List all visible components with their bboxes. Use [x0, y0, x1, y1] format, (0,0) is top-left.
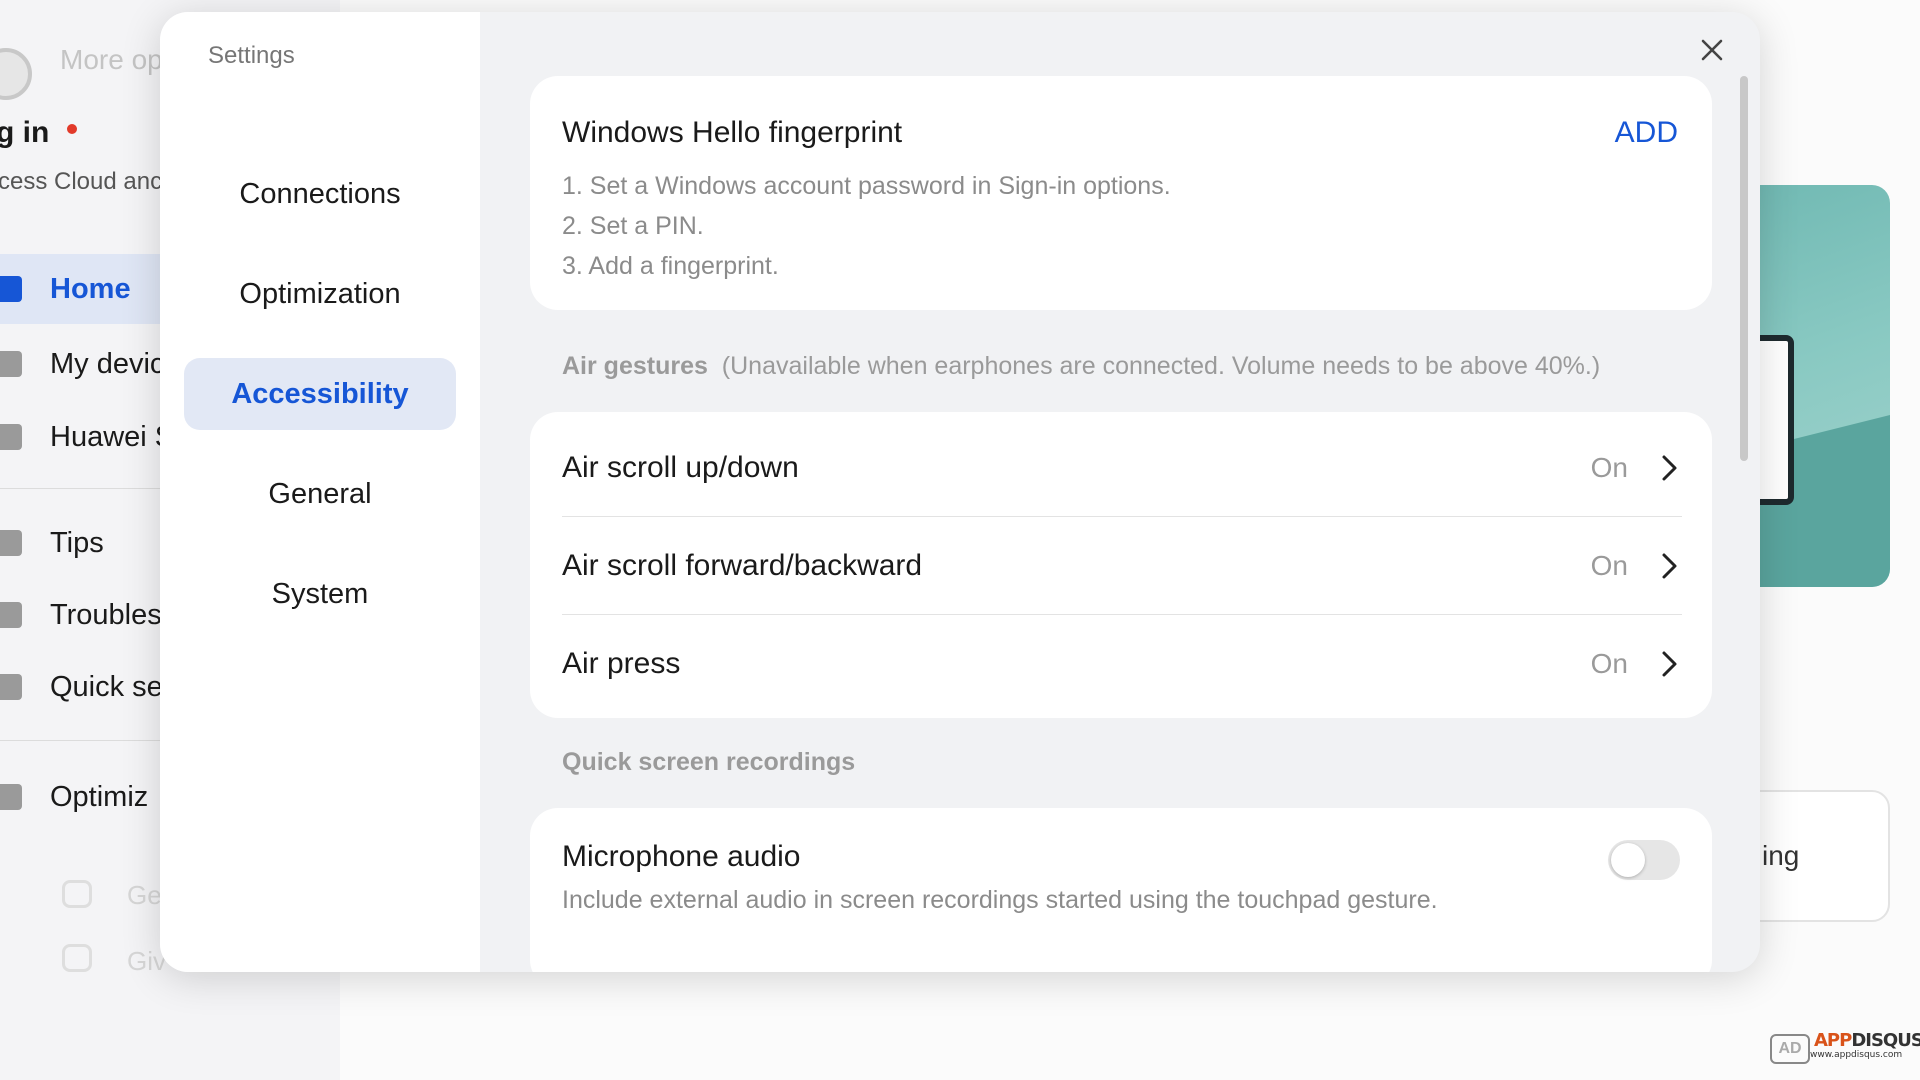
microphone-audio-description: Include external audio in screen recordi… [562, 886, 1438, 914]
nav-item-label: Optimiz [50, 780, 149, 813]
more-options-link[interactable]: More op [60, 44, 163, 76]
nav-item-label: Huawei S [50, 420, 175, 453]
list-item-air-scroll-forward-backward[interactable]: Air scroll forward/backward On [562, 518, 1682, 614]
fingerprint-step: 1. Set a Windows account password in Sig… [562, 172, 1171, 200]
air-gestures-header: Air gestures (Unavailable when earphones… [562, 352, 1600, 381]
settings-sidebar: Settings Connections Optimization Access… [160, 12, 480, 972]
watermark: AD APPDISQUS www.appdisqus.com [1770, 1030, 1920, 1070]
menu-item-system[interactable]: System [184, 558, 456, 630]
row-divider [562, 516, 1682, 517]
fingerprint-step: 2. Set a PIN. [562, 212, 704, 240]
notification-dot [67, 124, 78, 134]
faded-link[interactable]: Ge [127, 880, 162, 911]
menu-item-general[interactable]: General [184, 458, 456, 530]
section-note: (Unavailable when earphones are connecte… [721, 352, 1601, 380]
watermark-brand-part: APP [1814, 1030, 1852, 1051]
list-item-air-press[interactable]: Air press On [562, 616, 1682, 712]
settings-dialog: Settings Connections Optimization Access… [160, 12, 1760, 972]
nav-item-label: Quick se [50, 670, 163, 703]
laptop-icon [0, 276, 22, 302]
upload-icon [0, 784, 22, 810]
shield-icon [0, 674, 22, 700]
menu-item-optimization[interactable]: Optimization [184, 258, 456, 330]
dialog-title: Settings [208, 42, 295, 69]
list-item-air-scroll-up-down[interactable]: Air scroll up/down On [562, 420, 1682, 516]
chevron-right-icon [1658, 551, 1682, 581]
section-label: Air gestures [562, 352, 708, 380]
login-label: g in [0, 116, 50, 149]
microphone-audio-toggle[interactable] [1608, 840, 1680, 880]
tips-icon [0, 530, 22, 556]
watermark-logo: AD [1770, 1034, 1810, 1064]
feedback-icon [62, 944, 92, 972]
microphone-audio-card: Microphone audio Include external audio … [530, 808, 1712, 972]
section-label: Quick screen recordings [562, 748, 856, 776]
nav-item-label: Tips [50, 526, 104, 559]
microphone-audio-title: Microphone audio [562, 840, 801, 873]
devices-icon [0, 351, 22, 377]
fingerprint-step: 3. Add a fingerprint. [562, 252, 779, 280]
menu-item-accessibility[interactable]: Accessibility [184, 358, 456, 430]
nav-item-label: My devic [50, 347, 165, 380]
add-fingerprint-button[interactable]: ADD [1615, 116, 1678, 150]
login-title[interactable]: g in [0, 116, 78, 150]
watermark-url: www.appdisqus.com [1810, 1050, 1903, 1060]
screen-recordings-header: Quick screen recordings [562, 748, 855, 777]
watermark-brand: APPDISQUS [1814, 1030, 1920, 1051]
list-item-title: Air press [562, 647, 681, 680]
toggle-knob [1611, 843, 1645, 877]
list-item-title: Air scroll forward/backward [562, 549, 923, 582]
watermark-brand-part: DISQUS [1851, 1030, 1920, 1051]
help-icon [62, 880, 92, 908]
broadcast-icon [0, 424, 22, 450]
fingerprint-card: Windows Hello fingerprint ADD 1. Set a W… [530, 76, 1712, 310]
chevron-right-icon [1658, 453, 1682, 483]
login-subtitle: cess Cloud anc [0, 168, 163, 195]
nav-item-label: Home [50, 272, 131, 305]
avatar[interactable] [0, 48, 32, 100]
list-item-value: On [1590, 550, 1628, 581]
fingerprint-title: Windows Hello fingerprint [562, 116, 903, 149]
menu-item-connections[interactable]: Connections [184, 158, 456, 230]
air-gestures-card: Air scroll up/down On Air scroll forward… [530, 412, 1712, 718]
feature-card-label: ing [1762, 840, 1800, 871]
chevron-right-icon [1658, 649, 1682, 679]
list-item-value: On [1590, 452, 1628, 483]
row-divider [562, 614, 1682, 615]
nav-item-label: Troubles [50, 598, 162, 631]
settings-content[interactable]: Windows Hello fingerprint ADD 1. Set a W… [480, 12, 1740, 972]
content-scrollbar[interactable] [1740, 76, 1748, 461]
list-item-value: On [1590, 648, 1628, 679]
list-item-title: Air scroll up/down [562, 451, 799, 484]
wrench-icon [0, 602, 22, 628]
